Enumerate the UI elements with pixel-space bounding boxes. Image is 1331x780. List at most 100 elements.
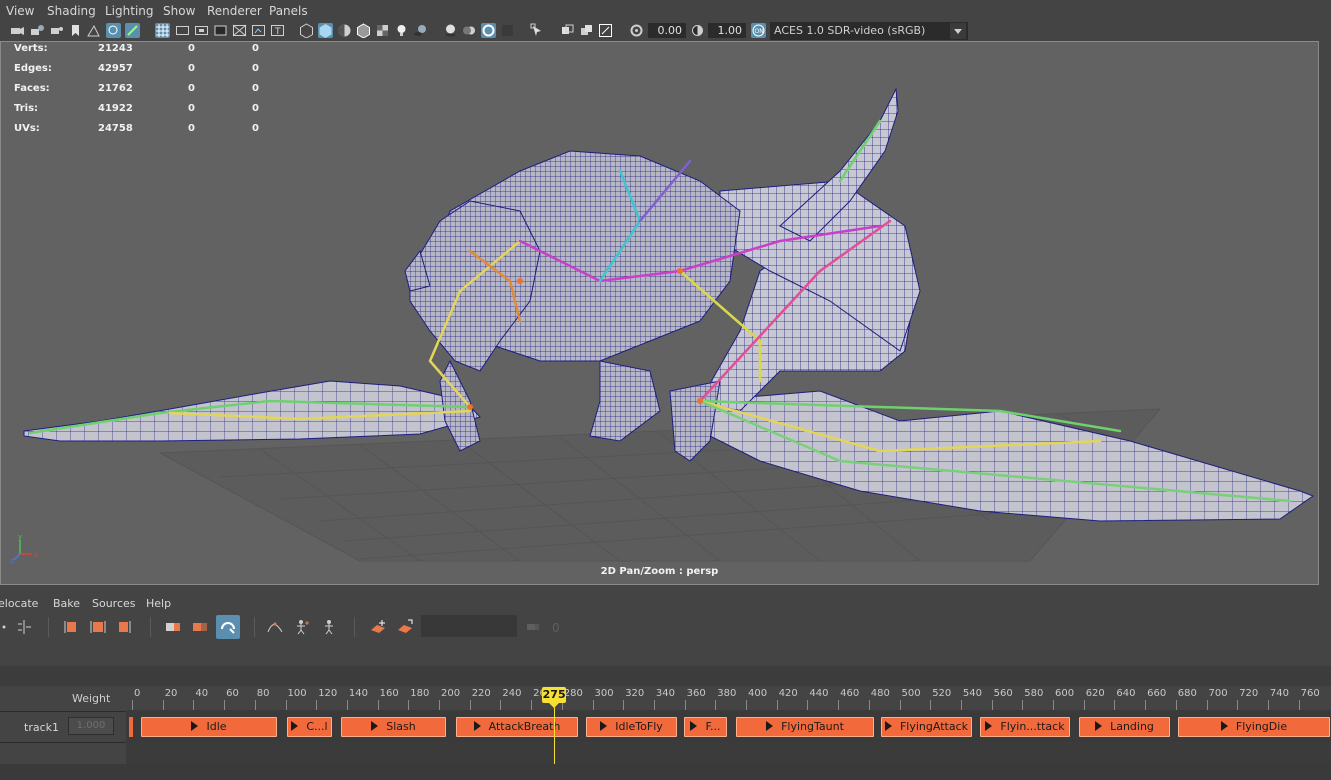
magnet-snap-icon[interactable] [216, 615, 240, 639]
clip-idletofly[interactable]: IdleToFly [586, 717, 677, 737]
camera-label: 2D Pan/Zoom : persp [600, 566, 719, 577]
menu-renderer[interactable]: Renderer [207, 4, 262, 18]
resolution-gate-icon[interactable] [194, 23, 209, 38]
gate-mask-icon[interactable] [213, 23, 228, 38]
graph-editor-icon[interactable] [266, 618, 284, 636]
grease-pencil-icon[interactable] [106, 23, 121, 38]
3d-viewport[interactable]: Verts: 21243 0 0 Edges: 42957 0 0 Faces:… [0, 41, 1319, 585]
key-icon[interactable] [524, 618, 542, 636]
clip-label: Flyin...ttack [1000, 720, 1065, 733]
wireframe-icon[interactable] [299, 23, 314, 39]
textured-icon[interactable] [375, 23, 390, 38]
gamma-icon[interactable] [690, 23, 705, 38]
exposure-icon[interactable] [629, 23, 644, 38]
clip-icon[interactable] [164, 618, 182, 636]
ruler-tick [1053, 700, 1054, 710]
split-clip-icon[interactable] [116, 618, 134, 636]
trim-end-icon[interactable] [89, 618, 107, 636]
hud-selected: 0 [188, 123, 195, 134]
playhead-line[interactable] [554, 706, 556, 764]
ruler-label: 20 [164, 688, 178, 699]
menu-view[interactable]: View [6, 4, 34, 18]
2d-pan-zoom-icon[interactable] [125, 23, 140, 38]
trax-timeline[interactable]: 0204060801001201401601802002202402602803… [126, 686, 1331, 764]
hud-row-edges: Edges: 42957 0 0 [14, 63, 274, 83]
safe-action-icon[interactable] [251, 23, 266, 38]
create-pose-icon[interactable] [396, 618, 414, 636]
ruler-tick [1022, 700, 1024, 710]
ruler-label: 680 [1177, 688, 1197, 699]
clip-landing[interactable]: Landing [1079, 717, 1170, 737]
menu-relocate[interactable]: elocate [0, 597, 38, 610]
motion-blur-icon[interactable] [462, 23, 477, 38]
menu-help[interactable]: Help [146, 597, 171, 610]
play-icon [473, 721, 481, 731]
create-clip-icon[interactable] [369, 618, 387, 636]
isolate-select-icon[interactable] [530, 23, 545, 38]
camera-attributes-icon[interactable] [30, 23, 45, 38]
clip-flyin-ttack[interactable]: Flyin...ttack [980, 717, 1070, 737]
scrollbar-strip[interactable] [1319, 41, 1331, 585]
clip-blend-icon[interactable] [191, 618, 209, 636]
default-material-icon[interactable] [337, 23, 352, 38]
screen-space-ao-icon[interactable] [443, 23, 458, 38]
clip-flyingtaunt[interactable]: FlyingTaunt [736, 717, 874, 737]
hud-selected: 0 [188, 43, 195, 54]
split-bar-icon[interactable] [15, 618, 33, 636]
camera-select-icon[interactable] [10, 23, 25, 38]
menu-show[interactable]: Show [163, 4, 195, 18]
xray-joints-icon[interactable] [579, 23, 594, 38]
clip-flyingattack[interactable]: FlyingAttack [881, 717, 972, 737]
hud-total: 21762 [98, 83, 133, 94]
ruler-tick [469, 700, 471, 710]
clip-f[interactable]: F... [684, 717, 727, 737]
ruler-label: 220 [471, 688, 491, 699]
menu-lighting[interactable]: Lighting [105, 4, 154, 18]
ruler-label: 120 [318, 688, 338, 699]
menu-bake[interactable]: Bake [53, 597, 80, 610]
clip-edge[interactable] [129, 717, 133, 737]
clip-idle[interactable]: Idle [141, 717, 277, 737]
bookmarks-icon[interactable] [49, 23, 64, 38]
menu-panels[interactable]: Panels [269, 4, 308, 18]
wireframe-on-shaded-icon[interactable] [356, 23, 371, 39]
track-weight-field[interactable]: 1.000 [68, 717, 114, 735]
menu-sources[interactable]: Sources [92, 597, 136, 610]
clip-attackbreath[interactable]: AttackBreath [456, 717, 578, 737]
grid-icon[interactable] [155, 23, 170, 38]
multisample-aa-icon[interactable] [481, 23, 496, 38]
film-gate-icon[interactable] [175, 23, 190, 38]
character-icon[interactable] [320, 618, 338, 636]
xray-icon[interactable] [560, 23, 575, 38]
character-add-icon[interactable] [293, 618, 311, 636]
clip-flyingdie[interactable]: FlyingDie [1178, 717, 1330, 737]
clip-label: FlyingTaunt [781, 720, 844, 733]
clip-name-field[interactable] [421, 615, 517, 637]
shadows-icon[interactable] [413, 23, 428, 38]
smooth-shade-icon[interactable] [318, 23, 333, 38]
chevron-down-icon[interactable] [950, 23, 966, 39]
image-plane-icon[interactable] [86, 23, 101, 38]
play-icon [600, 721, 608, 731]
gamma-field[interactable]: 1.00 [708, 23, 746, 38]
ruler-label: 40 [195, 688, 209, 699]
color-management-icon[interactable]: ON [751, 23, 766, 38]
trim-start-icon[interactable] [62, 618, 80, 636]
time-ruler[interactable]: 0204060801001201401601802002202402602803… [126, 686, 1331, 710]
offset-icon[interactable]: 0 [550, 618, 568, 636]
current-frame-marker[interactable]: 275 [542, 687, 567, 708]
exposure-field[interactable]: 0.00 [648, 23, 686, 38]
safe-title-icon[interactable]: T [270, 23, 285, 38]
color-space-dropdown[interactable]: ACES 1.0 SDR-video (sRGB) [770, 22, 968, 40]
bookmark-icon[interactable] [68, 23, 83, 38]
clip-slash[interactable]: Slash [341, 717, 446, 737]
menu-shading[interactable]: Shading [47, 4, 96, 18]
backface-culling-icon[interactable] [598, 23, 613, 38]
field-chart-icon[interactable] [232, 23, 247, 38]
ruler-tick [224, 700, 226, 710]
track-name[interactable]: track1 [24, 721, 59, 734]
depth-of-field-icon[interactable] [500, 23, 515, 38]
clip-c-l[interactable]: C...l [287, 717, 332, 737]
lights-icon[interactable] [394, 23, 409, 38]
time-slider-strip[interactable] [0, 764, 1331, 780]
